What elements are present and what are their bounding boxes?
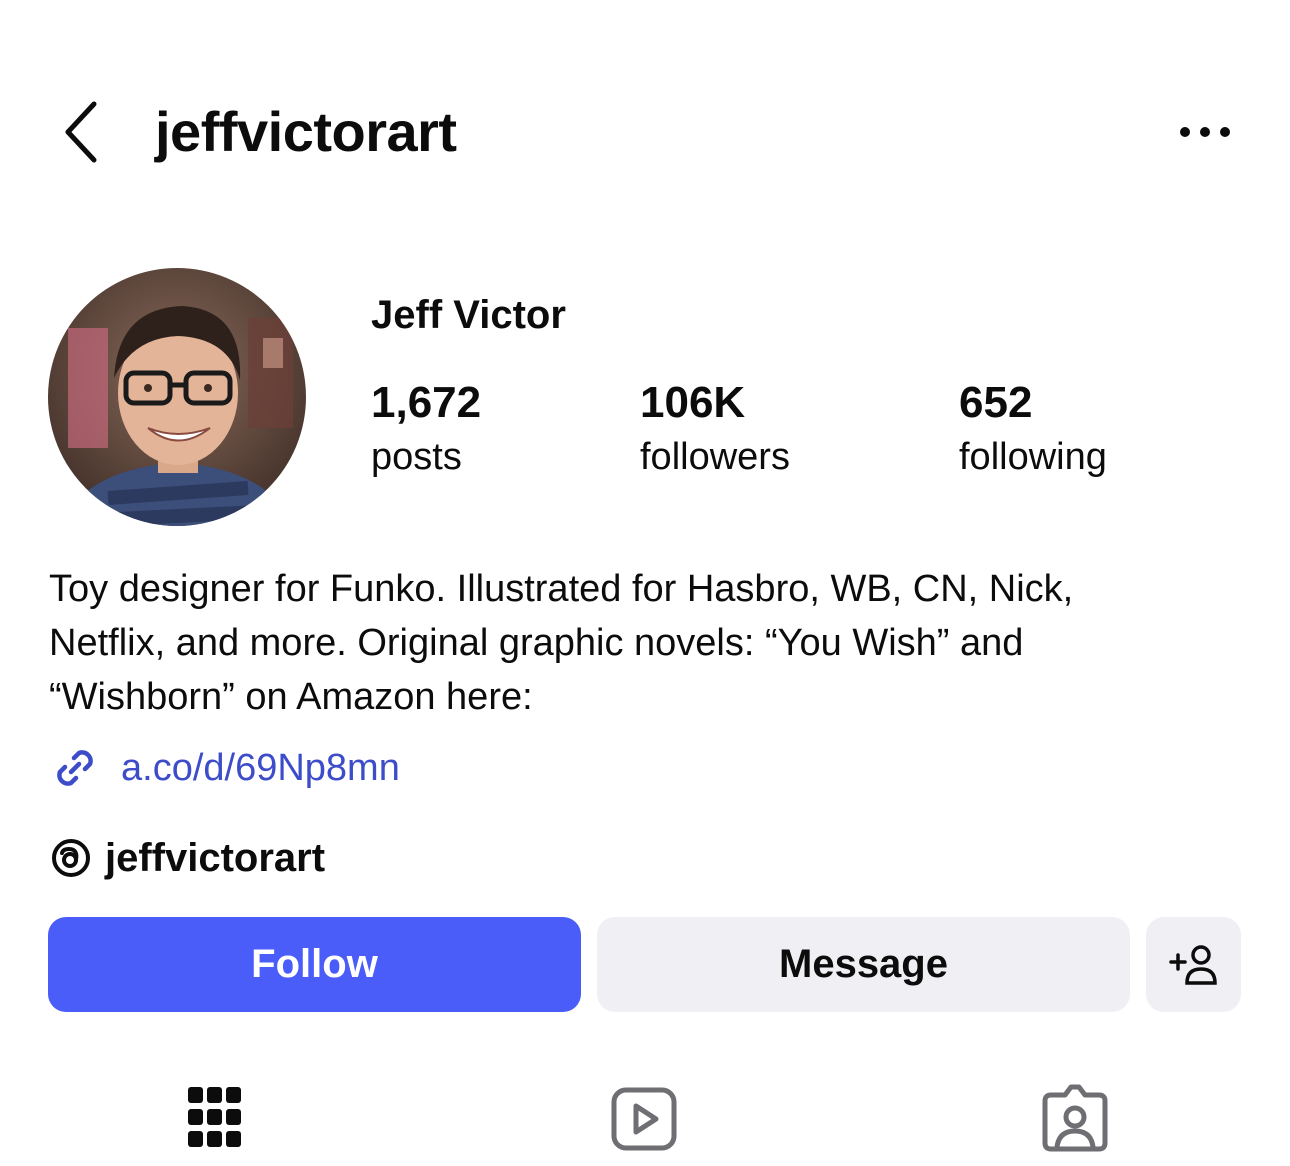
threads-badge[interactable]: jeffvictorart — [49, 830, 325, 886]
stat-following[interactable]: 652 following — [959, 378, 1107, 480]
bio-line: Netflix, and more. Original graphic nove… — [49, 622, 1024, 664]
stat-label: posts — [371, 436, 462, 478]
display-name: Jeff Victor — [371, 293, 566, 337]
tab-posts-grid[interactable] — [175, 1078, 255, 1158]
stat-followers[interactable]: 106K followers — [640, 378, 790, 480]
tab-tagged[interactable] — [1035, 1078, 1115, 1158]
bio-line: “Wishborn” on Amazon here: — [49, 676, 533, 718]
profile-header: jeffvictorart — [0, 80, 1290, 190]
page-title: jeffvictorart — [155, 100, 457, 163]
link-icon — [49, 742, 101, 794]
more-options-button[interactable] — [1170, 108, 1240, 156]
chevron-left-icon — [65, 101, 97, 163]
stat-value: 106K — [640, 378, 746, 427]
threads-icon — [49, 836, 93, 880]
stat-value: 652 — [959, 378, 1033, 427]
threads-handle: jeffvictorart — [105, 835, 326, 880]
grid-icon — [188, 1087, 241, 1147]
ellipsis-icon — [1180, 127, 1230, 137]
bio: Toy designer for Funko. Illustrated for … — [49, 562, 1249, 724]
stat-posts[interactable]: 1,672 posts — [371, 378, 481, 480]
tagged-icon — [1042, 1084, 1108, 1152]
message-button[interactable]: Message — [597, 917, 1130, 1012]
stat-label: following — [959, 436, 1107, 478]
add-person-icon — [1168, 944, 1217, 985]
follow-button[interactable]: Follow — [48, 917, 581, 1012]
bio-line: Toy designer for Funko. Illustrated for … — [49, 568, 1074, 610]
stat-value: 1,672 — [371, 378, 482, 427]
link-text[interactable]: a.co/d/69Np8mn — [121, 747, 400, 790]
tab-reels[interactable] — [604, 1078, 684, 1158]
stat-label: followers — [640, 436, 790, 478]
bio-link[interactable]: a.co/d/69Np8mn — [49, 738, 400, 798]
back-button[interactable] — [52, 92, 112, 172]
suggested-users-button[interactable] — [1146, 917, 1241, 1012]
avatar[interactable] — [48, 268, 306, 526]
reels-icon — [611, 1087, 677, 1151]
